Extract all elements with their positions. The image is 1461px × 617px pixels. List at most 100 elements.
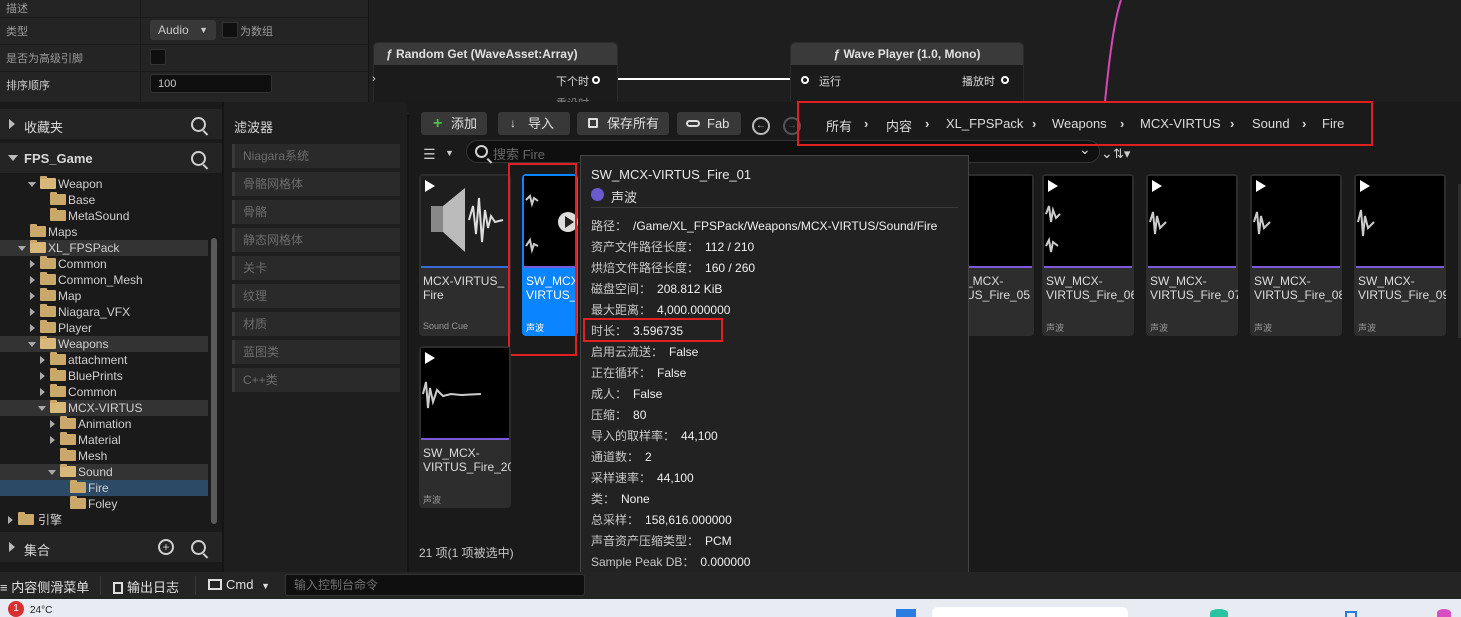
app-icon[interactable] xyxy=(1210,609,1228,617)
back-button[interactable]: ← xyxy=(752,117,770,135)
app-icon[interactable] xyxy=(1345,611,1357,617)
tree-item-mesh[interactable]: Mesh xyxy=(0,448,208,464)
tree-item-niagara-vfx[interactable]: Niagara_VFX xyxy=(0,304,208,320)
save-all-button[interactable]: 保存所有 xyxy=(577,112,669,135)
next-time-pin[interactable] xyxy=(592,76,600,84)
type-dropdown-value: Audio xyxy=(158,23,189,37)
tree-item-mcx-virtus[interactable]: MCX-VIRTUS xyxy=(0,400,208,416)
play-icon[interactable] xyxy=(1360,180,1370,192)
property-key: 磁盘空间： xyxy=(591,282,652,296)
play-icon[interactable] xyxy=(1048,180,1058,192)
asset-color-bar xyxy=(1148,266,1236,268)
tree-item-common-mesh[interactable]: Common_Mesh xyxy=(0,272,208,288)
run-pin[interactable] xyxy=(801,76,809,84)
add-icon[interactable]: + xyxy=(158,539,174,555)
search-dropdown-icon[interactable]: ⌄ xyxy=(1101,145,1113,162)
play-icon[interactable] xyxy=(425,352,435,364)
tree-item-fire[interactable]: Fire xyxy=(0,480,208,496)
start-icon[interactable] xyxy=(896,609,916,617)
tree-item-map[interactable]: Map xyxy=(0,288,208,304)
play-time-pin[interactable] xyxy=(1001,76,1009,84)
tree-item-weapons[interactable]: Weapons xyxy=(0,336,208,352)
tooltip-property-row: 磁盘空间： 208.812 KiB xyxy=(591,280,722,297)
tree-item-attachment[interactable]: attachment xyxy=(0,352,208,368)
filter-icon[interactable]: ☰ xyxy=(423,146,436,163)
type-dropdown[interactable]: Audio ▼ xyxy=(150,20,216,40)
asset-color-bar xyxy=(421,438,509,440)
asset-tile-fire-20[interactable]: SW_MCX- VIRTUS_Fire_20 声波 xyxy=(419,346,511,508)
sort-order-input[interactable]: 100 xyxy=(150,74,272,93)
content-drawer-icon: ≡ xyxy=(0,580,8,595)
search-icon[interactable] xyxy=(191,540,206,555)
filter-level[interactable]: 关卡 xyxy=(232,256,400,280)
play-icon[interactable] xyxy=(425,180,435,192)
folder-open-icon xyxy=(40,336,56,349)
filter-skeleton[interactable]: 骨骼 xyxy=(232,200,400,224)
filter-blueprint[interactable]: 蓝图类 xyxy=(232,340,400,364)
tree-item-weapon[interactable]: Weapon xyxy=(0,176,208,192)
tree-label: MetaSound xyxy=(68,209,130,223)
exec-in-pin[interactable]: › xyxy=(372,73,376,85)
graph-canvas[interactable]: ƒ Random Get (WaveAsset:Array) › 下个时 重设时… xyxy=(369,0,1461,114)
cmd-dropdown[interactable]: Cmd ▼ xyxy=(208,577,270,592)
filter-niagara[interactable]: Niagara系统 xyxy=(232,144,400,168)
content-drawer-button[interactable]: ≡ 内容侧滑菜单 xyxy=(0,577,89,596)
property-key: 采样速率： xyxy=(591,471,652,485)
import-button[interactable]: ↓ 导入 xyxy=(498,112,570,135)
advanced-pin-checkbox[interactable] xyxy=(150,49,166,65)
taskbar-search[interactable] xyxy=(932,607,1128,617)
notification-badge[interactable]: 1 xyxy=(8,601,24,617)
sort-icon[interactable]: ⇅▾ xyxy=(1113,146,1130,162)
asset-type: 声波 xyxy=(1046,323,1065,333)
asset-tile-sound-cue[interactable]: MCX-VIRTUS_ Fire Sound Cue xyxy=(419,174,511,336)
tree-item-material[interactable]: Material xyxy=(0,432,208,448)
tree-item-maps[interactable]: Maps xyxy=(0,224,208,240)
asset-type: 声波 xyxy=(1150,323,1169,333)
filter-texture[interactable]: 纹理 xyxy=(232,284,400,308)
tree-item-common-2[interactable]: Common xyxy=(0,384,208,400)
tree-item-player[interactable]: Player xyxy=(0,320,208,336)
filter-cpp-class[interactable]: C++类 xyxy=(232,368,400,392)
asset-color-bar xyxy=(1252,266,1340,268)
property-key: 成人： xyxy=(591,387,628,401)
filter-skeletal-mesh[interactable]: 骨骼网格体 xyxy=(232,172,400,196)
play-icon[interactable] xyxy=(1256,180,1266,192)
filters-panel: 滤波器 Niagara系统 骨骼网格体 骨骼 静态网格体 关卡 纹理 材质 蓝图… xyxy=(224,102,407,572)
favorites-header[interactable]: 收藏夹 xyxy=(0,109,222,139)
tree-item-xl-fpspack[interactable]: XL_FPSPack xyxy=(0,240,208,256)
is-array-checkbox[interactable] xyxy=(222,22,238,38)
tree-item-animation[interactable]: Animation xyxy=(0,416,208,432)
console-input[interactable]: 输入控制台命令 xyxy=(285,574,585,596)
tree-item-blueprints[interactable]: BluePrints xyxy=(0,368,208,384)
property-value: False xyxy=(657,366,687,380)
asset-tile-fire-07[interactable]: SW_MCX- VIRTUS_Fire_07 声波 xyxy=(1146,174,1238,336)
play-icon[interactable] xyxy=(1152,180,1162,192)
collections-header[interactable]: 集合 + xyxy=(0,532,222,562)
folder-icon xyxy=(40,288,56,301)
tree-scrollbar[interactable] xyxy=(211,238,217,524)
fab-button[interactable]: Fab xyxy=(677,112,741,135)
asset-color-bar xyxy=(1044,266,1132,268)
output-log-button[interactable]: 输出日志 xyxy=(113,577,179,596)
property-value: 80 xyxy=(633,408,647,422)
project-header[interactable]: FPS_Game xyxy=(0,143,222,173)
tree-item-foley[interactable]: Foley xyxy=(0,496,208,512)
asset-tile-fire-06[interactable]: SW_MCX- VIRTUS_Fire_06 声波 xyxy=(1042,174,1134,336)
app-icon[interactable] xyxy=(1437,609,1451,617)
tree-item-sound[interactable]: Sound xyxy=(0,464,208,480)
search-icon[interactable] xyxy=(191,117,206,132)
add-button[interactable]: + 添加 xyxy=(421,112,487,135)
search-icon[interactable] xyxy=(191,151,206,166)
tree-item-common[interactable]: Common xyxy=(0,256,208,272)
asset-tile-fire-08[interactable]: SW_MCX- VIRTUS_Fire_08 声波 xyxy=(1250,174,1342,336)
weather-temp[interactable]: 24°C xyxy=(30,605,52,616)
filter-static-mesh[interactable]: 静态网格体 xyxy=(232,228,400,252)
property-value: 208.812 KiB xyxy=(657,282,723,296)
asset-tile-fire-05[interactable]: _MCX- US_Fire_05 xyxy=(962,174,1034,336)
tree-item-engine[interactable]: 引擎 xyxy=(0,512,208,528)
filter-material[interactable]: 材质 xyxy=(232,312,400,336)
tree-item-base[interactable]: Base xyxy=(0,192,208,208)
folder-icon xyxy=(40,256,56,269)
tree-item-metasound[interactable]: MetaSound xyxy=(0,208,208,224)
asset-tile-fire-09[interactable]: SW_MCX- VIRTUS_Fire_09 声波 xyxy=(1354,174,1446,336)
